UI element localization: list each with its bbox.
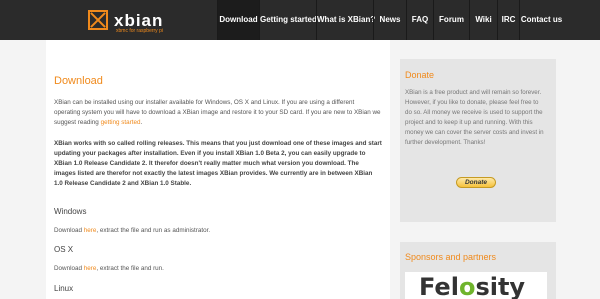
nav-news[interactable]: News	[373, 0, 406, 40]
windows-download-link[interactable]: here	[84, 227, 97, 234]
nav-irc[interactable]: IRC	[497, 0, 519, 40]
windows-heading: Windows	[54, 207, 87, 216]
nav-faq[interactable]: FAQ	[406, 0, 433, 40]
nav-download[interactable]: Download	[217, 0, 259, 40]
rolling-release-paragraph: XBian works with so called rolling relea…	[54, 140, 382, 187]
windows-pre: Download	[54, 227, 84, 234]
osx-paragraph: Download here, extract the file and run.	[54, 264, 382, 274]
main-content: Download XBian can be installed using ou…	[46, 40, 390, 299]
osx-download-link[interactable]: here	[84, 265, 97, 272]
donate-title: Donate	[405, 70, 435, 80]
nav-forum[interactable]: Forum	[433, 0, 469, 40]
nav-wiki[interactable]: Wiki	[469, 0, 497, 40]
donate-panel: Donate XBian is a free product and will …	[400, 59, 556, 222]
donate-button[interactable]: Donate	[456, 177, 496, 188]
logo-tagline: xbmc for raspberry pi	[116, 28, 163, 34]
linux-heading: Linux	[54, 284, 74, 293]
osx-pre: Download	[54, 265, 84, 272]
windows-paragraph: Download here, extract the file and run …	[54, 226, 382, 236]
nav-getting-started[interactable]: Getting started	[259, 0, 317, 40]
getting-started-link[interactable]: getting started	[101, 119, 141, 126]
logo-part-1: Fel	[419, 273, 459, 299]
main-nav: Download Getting started What is XBian? …	[217, 0, 563, 40]
x-logo-icon	[88, 10, 108, 30]
felosity-logo-text: Felosity	[419, 273, 525, 299]
intro-end: .	[140, 119, 143, 126]
logo-part-2: o	[458, 273, 476, 299]
sponsors-panel: Sponsors and partners Felosity	[400, 242, 556, 299]
osx-heading: OS X	[54, 245, 74, 254]
sponsors-title: Sponsors and partners	[405, 252, 497, 262]
donate-text: XBian is a free product and will remain …	[405, 89, 544, 146]
nav-what-is-xbian[interactable]: What is XBian?	[316, 0, 375, 40]
felosity-logo[interactable]: Felosity	[405, 272, 547, 299]
xbian-logo[interactable]: xbian xbmc for raspberry pi	[88, 9, 164, 34]
logo-part-3: sity	[475, 273, 526, 299]
page-title: Download	[54, 75, 103, 87]
osx-post: , extract the file and run.	[96, 265, 164, 272]
nav-contact-us[interactable]: Contact us	[519, 0, 563, 40]
logo-text: xbian	[114, 10, 164, 30]
site-header: xbian xbmc for raspberry pi Download Get…	[0, 0, 600, 40]
windows-post: , extract the file and run as administra…	[96, 227, 211, 234]
intro-paragraph: XBian can be installed using our install…	[54, 98, 382, 128]
